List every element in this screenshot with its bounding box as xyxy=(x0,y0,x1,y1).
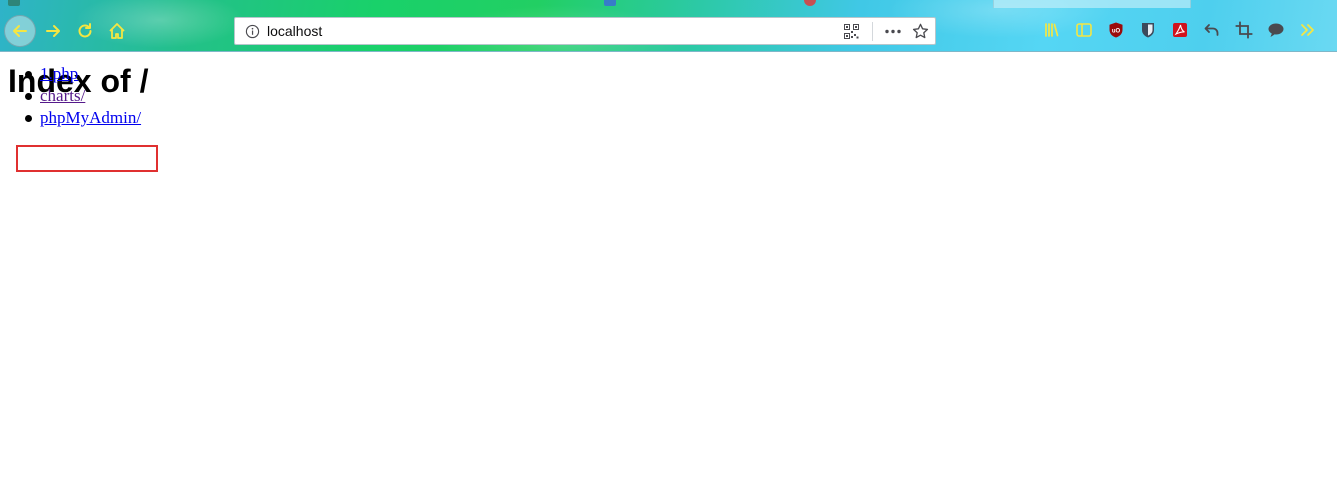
overflow-chevron-icon xyxy=(1301,24,1314,36)
tab-3[interactable] xyxy=(420,0,560,8)
list-item: charts/ xyxy=(24,85,141,107)
undo-button[interactable] xyxy=(1202,20,1222,40)
browser-toolbar: localhost uO xyxy=(0,0,1337,52)
tab-strip xyxy=(0,0,1337,10)
more-actions-icon[interactable] xyxy=(884,24,902,39)
urlbar-divider xyxy=(872,22,873,41)
reload-button[interactable] xyxy=(70,16,100,46)
list-item: 1.php xyxy=(24,63,141,85)
bookmark-star-icon[interactable] xyxy=(911,22,930,41)
bitwarden-icon xyxy=(1142,23,1154,38)
list-item: phpMyAdmin/ xyxy=(24,107,141,129)
svg-text:uO: uO xyxy=(1112,29,1121,35)
home-button[interactable] xyxy=(102,16,132,46)
folder-link-charts[interactable]: charts/ xyxy=(40,86,85,105)
chat-button[interactable] xyxy=(1266,20,1286,40)
library-button[interactable] xyxy=(1042,20,1062,40)
tab-5[interactable] xyxy=(804,0,904,8)
pdf-button[interactable] xyxy=(1170,20,1190,40)
ublock-button[interactable]: uO xyxy=(1106,20,1126,40)
ublock-icon: uO xyxy=(1109,22,1123,38)
directory-listing: 1.php charts/ phpMyAdmin/ xyxy=(24,63,141,129)
forward-arrow-icon xyxy=(46,25,60,37)
info-icon[interactable] xyxy=(245,24,260,39)
annotation-highlight-box xyxy=(16,145,158,172)
home-icon xyxy=(109,23,125,39)
reload-icon xyxy=(78,23,92,38)
tab-2[interactable] xyxy=(218,0,368,8)
pdf-icon xyxy=(1173,23,1187,37)
folder-link-phpmyadmin[interactable]: phpMyAdmin/ xyxy=(40,108,141,127)
forward-button[interactable] xyxy=(38,16,68,46)
address-bar[interactable]: localhost xyxy=(234,17,936,45)
crop-icon xyxy=(1235,21,1253,39)
tab-1[interactable] xyxy=(8,0,148,8)
sidebar-button[interactable] xyxy=(1074,20,1094,40)
url-text[interactable]: localhost xyxy=(267,23,322,39)
back-arrow-icon xyxy=(13,25,27,37)
sidebar-icon xyxy=(1076,23,1092,37)
crop-button[interactable] xyxy=(1234,20,1254,40)
chat-icon xyxy=(1268,23,1284,37)
file-link-1-php[interactable]: 1.php xyxy=(40,64,78,83)
bitwarden-button[interactable] xyxy=(1138,20,1158,40)
tab-4[interactable] xyxy=(604,0,724,8)
undo-icon xyxy=(1204,24,1219,36)
tab-active[interactable] xyxy=(993,0,1191,8)
library-icon xyxy=(1045,23,1059,37)
qr-code-icon[interactable] xyxy=(844,24,859,39)
back-button[interactable] xyxy=(4,15,36,47)
overflow-menu-button[interactable] xyxy=(1298,20,1318,40)
